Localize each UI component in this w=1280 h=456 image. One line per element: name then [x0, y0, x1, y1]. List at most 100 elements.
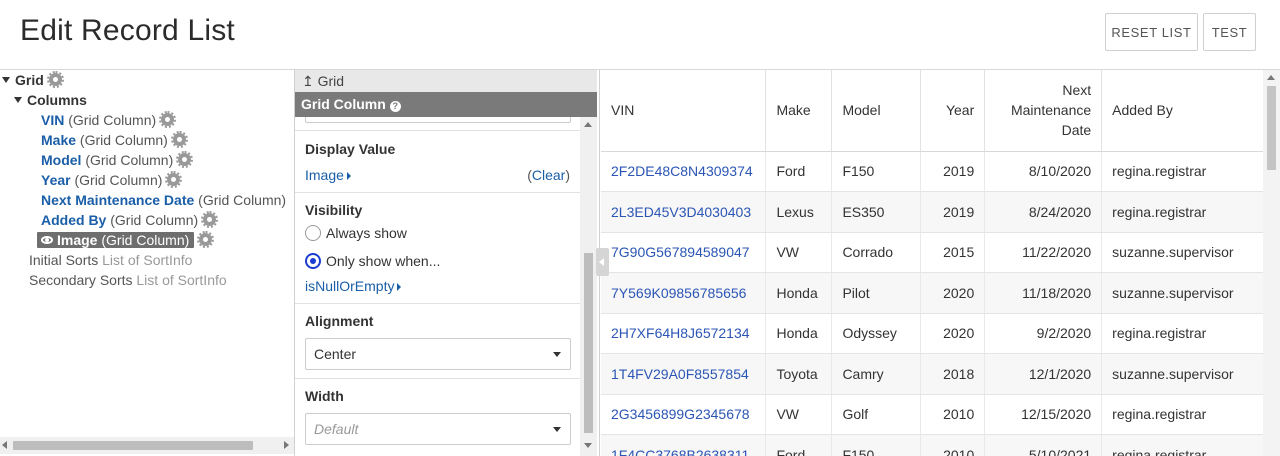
column-header-vin[interactable]: VIN [601, 70, 767, 152]
breadcrumb[interactable]: ↥ Grid [295, 70, 597, 92]
tree-column-make[interactable]: Make (Grid Column) [41, 130, 188, 150]
vin-link[interactable]: 2H7XF64H8J6572134 [601, 313, 767, 354]
radio-button[interactable] [305, 225, 321, 241]
tree-column-next-maintenance-date[interactable]: Next Maintenance Date (Grid Column) [41, 190, 286, 210]
scrollbar-thumb[interactable] [13, 441, 253, 450]
column-header-next-maintenance-date[interactable]: Next Maintenance Date [984, 70, 1103, 152]
cell-year: 2019 [920, 191, 986, 233]
cell-next-maintenance-date: 11/18/2020 [984, 272, 1103, 314]
gear-icon[interactable] [176, 151, 194, 168]
vin-link[interactable]: 1F4CC3768B2638311 [601, 434, 767, 456]
chevron-down-icon[interactable] [14, 97, 22, 103]
tree-column-vin[interactable]: VIN (Grid Column) [41, 110, 177, 130]
condition-text: isNullOrEmpty [305, 278, 395, 294]
gear-icon[interactable] [170, 131, 188, 148]
chevron-down-icon[interactable] [2, 77, 10, 83]
collapse-panel-handle[interactable] [596, 248, 609, 276]
breadcrumb-label: Grid [317, 73, 345, 89]
column-type: (Grid Column) [198, 192, 287, 208]
tree-node-label: Grid [15, 72, 44, 88]
vin-link[interactable]: 1T4FV29A0F8557854 [601, 353, 767, 395]
cell-added-by: regina.registrar [1101, 191, 1280, 233]
cell-make: Lexus [765, 191, 833, 233]
vin-link[interactable]: 2G3456899G2345678 [601, 394, 767, 435]
column-type: (Grid Column) [68, 112, 157, 128]
column-header-added-by[interactable]: Added By [1101, 70, 1280, 152]
cell-added-by: regina.registrar [1101, 434, 1280, 456]
visibility-condition-link[interactable]: isNullOrEmpty [305, 278, 402, 294]
config-vertical-scrollbar[interactable] [580, 117, 597, 456]
help-icon[interactable]: ? [389, 101, 401, 112]
selected-node[interactable]: Image (Grid Column) [37, 232, 195, 248]
gear-icon[interactable] [201, 211, 219, 228]
scrollbar-thumb[interactable] [1267, 86, 1276, 170]
tree-horizontal-scrollbar[interactable] [0, 437, 294, 454]
gear-icon[interactable] [165, 171, 183, 188]
column-name: Make [41, 132, 77, 148]
cell-make: Ford [765, 151, 833, 192]
column-header-year[interactable]: Year [920, 70, 986, 152]
scrollbar-thumb[interactable] [584, 253, 593, 433]
cell-model: Odyssey [831, 313, 922, 354]
width-dropdown[interactable]: Default [305, 413, 571, 445]
cell-added-by: regina.registrar [1101, 394, 1280, 435]
tree-node-grid[interactable]: Grid [2, 70, 64, 90]
cell-make: VW [765, 232, 833, 273]
grid-vertical-scrollbar[interactable] [1263, 70, 1280, 456]
chevron-down-icon [553, 427, 561, 432]
clear-link-wrapper: (Clear) [527, 167, 570, 183]
test-button[interactable]: TEST [1203, 13, 1256, 51]
column-name: VIN [41, 112, 65, 128]
scroll-up-icon[interactable] [584, 122, 592, 127]
configuration-panel: ↥ Grid Grid Column? Display Value Image … [294, 70, 600, 456]
tree-column-image-selected[interactable]: Image (Grid Column) [37, 230, 215, 250]
cell-added-by: regina.registrar [1101, 313, 1280, 354]
gear-icon[interactable] [197, 231, 215, 248]
gear-icon[interactable] [46, 71, 64, 88]
table-row: 2G3456899G2345678 VW Golf 2010 12/15/202… [601, 394, 1280, 435]
initial-sorts-label: Initial Sorts [29, 252, 99, 268]
scroll-right-icon[interactable] [284, 441, 289, 449]
previous-field[interactable] [305, 117, 571, 123]
cell-model: Golf [831, 394, 922, 435]
column-header-model[interactable]: Model [831, 70, 922, 152]
alignment-dropdown[interactable]: Center [305, 338, 571, 370]
tree-column-model[interactable]: Model (Grid Column) [41, 150, 194, 170]
visibility-label: Visibility [305, 202, 363, 218]
vin-link[interactable]: 7Y569K09856785656 [601, 272, 767, 314]
radio-only-show-when[interactable]: Only show when... [305, 253, 440, 269]
scroll-down-icon[interactable] [584, 443, 592, 448]
scroll-up-icon[interactable] [1267, 75, 1275, 80]
cell-model: ES350 [831, 191, 922, 233]
width-placeholder: Default [314, 421, 359, 437]
vin-link[interactable]: 7G90G567894589047 [601, 232, 767, 273]
panel-header: Grid Column? [295, 92, 597, 117]
tree-secondary-sorts[interactable]: Secondary Sorts List of SortInfo [29, 270, 227, 290]
component-tree: Grid Columns VIN (Grid Column) Make (Gri… [0, 70, 294, 456]
cell-next-maintenance-date: 12/15/2020 [984, 394, 1103, 435]
column-header-make[interactable]: Make [765, 70, 833, 152]
tree-column-year[interactable]: Year (Grid Column) [41, 170, 183, 190]
vin-link[interactable]: 2L3ED45V3D4030403 [601, 191, 767, 233]
tree-initial-sorts[interactable]: Initial Sorts List of SortInfo [29, 250, 192, 270]
clear-link[interactable]: Clear [532, 167, 565, 183]
radio-always-show[interactable]: Always show [305, 225, 407, 241]
radio-button-selected[interactable] [305, 253, 321, 269]
cell-added-by: suzanne.supervisor [1101, 353, 1280, 395]
vin-link[interactable]: 2F2DE48C8N4309374 [601, 151, 767, 192]
divider [295, 130, 580, 131]
width-label: Width [305, 388, 344, 404]
radio-label: Only show when... [326, 253, 441, 269]
table-row: 7Y569K09856785656 Honda Pilot 2020 11/18… [601, 272, 1280, 314]
cell-model: F150 [831, 434, 922, 456]
cell-next-maintenance-date: 8/24/2020 [984, 191, 1103, 233]
tree-column-added-by[interactable]: Added By (Grid Column) [41, 210, 219, 230]
table-row: 2F2DE48C8N4309374 Ford F150 2019 8/10/20… [601, 151, 1280, 192]
scroll-left-icon[interactable] [2, 441, 7, 449]
display-value-link[interactable]: Image [305, 167, 351, 183]
divider [295, 192, 580, 193]
gear-icon[interactable] [159, 111, 177, 128]
reset-list-button[interactable]: RESET LIST [1105, 13, 1198, 51]
column-type: (Grid Column) [79, 132, 168, 148]
tree-node-columns[interactable]: Columns [14, 90, 87, 110]
